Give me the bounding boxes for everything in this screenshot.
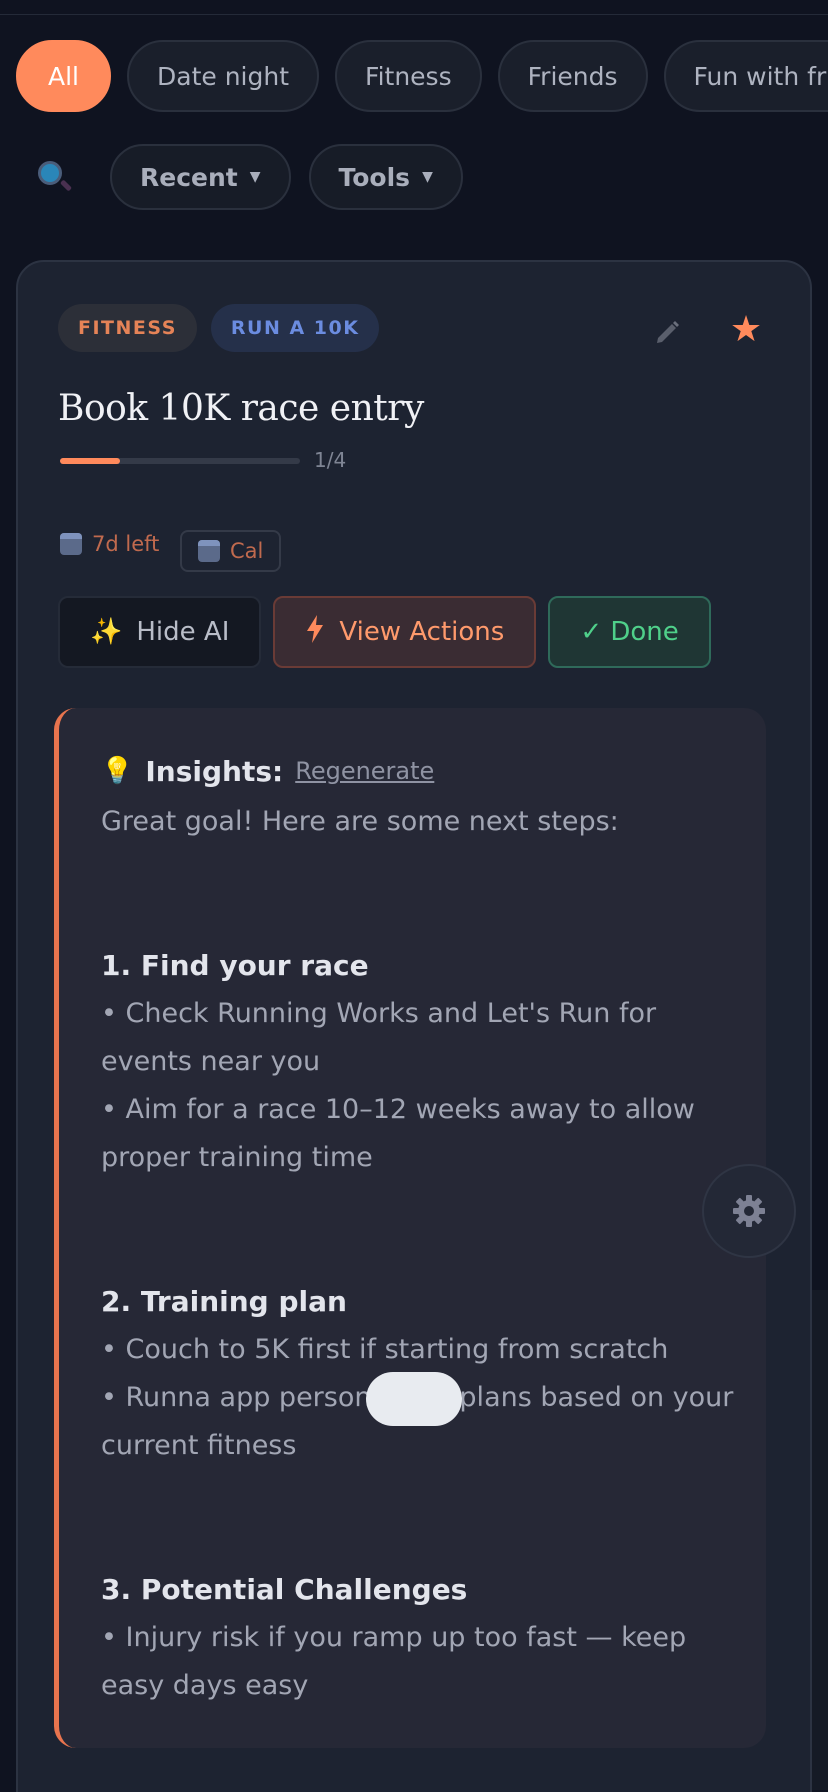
- goal-card: FITNESS RUN A 10K ★ Book 10K race entry …: [16, 260, 812, 1792]
- calendar-icon: [198, 540, 220, 562]
- filter-chips: All Date night Fitness Friends Fun with …: [16, 40, 828, 112]
- lightning-icon: [305, 614, 325, 650]
- section-heading: 3. Potential Challenges: [101, 1573, 468, 1606]
- view-actions-label: View Actions: [339, 617, 505, 647]
- recent-label: Recent: [140, 162, 238, 192]
- section-bullet: • Aim for a race 10–12 weeks away to all…: [101, 1094, 695, 1173]
- hide-ai-label: Hide AI: [136, 617, 230, 647]
- search-icon[interactable]: [34, 157, 74, 197]
- done-label: ✓ Done: [580, 617, 679, 647]
- insights-panel: 💡 Insights: Regenerate Great goal! Here …: [54, 708, 766, 1748]
- section-bullet: • Injury risk if you ramp up too fast — …: [101, 1622, 687, 1701]
- recent-dropdown[interactable]: Recent ▼: [110, 144, 291, 210]
- calendar-button[interactable]: Cal: [180, 530, 282, 572]
- lightbulb-icon: 💡: [101, 756, 134, 786]
- category-tag[interactable]: FITNESS: [58, 304, 197, 352]
- insights-intro: Great goal! Here are some next steps:: [101, 806, 619, 837]
- insights-body: Great goal! Here are some next steps: 1.…: [101, 798, 741, 1710]
- caret-down-icon: ▼: [249, 169, 261, 185]
- card-title: Book 10K race entry: [58, 388, 424, 429]
- caret-down-icon: ▼: [422, 169, 433, 185]
- progress-fill: [60, 458, 120, 464]
- star-icon[interactable]: ★: [726, 310, 766, 350]
- chip-date-night[interactable]: Date night: [127, 40, 320, 112]
- due-text: 7d left: [92, 532, 160, 556]
- calendar-icon: [60, 533, 82, 555]
- regenerate-link[interactable]: Regenerate: [295, 757, 434, 785]
- view-actions-button[interactable]: View Actions: [273, 596, 537, 668]
- chip-fitness[interactable]: Fitness: [335, 40, 482, 112]
- toolbar: Recent ▼ Tools ▼: [34, 144, 463, 210]
- insights-header: 💡 Insights: Regenerate: [101, 748, 766, 794]
- card-tags: FITNESS RUN A 10K: [58, 304, 380, 352]
- settings-button[interactable]: [702, 1164, 796, 1258]
- card-actions: ✨ Hide AI View Actions ✓ Done: [58, 596, 711, 668]
- top-divider: [0, 14, 828, 15]
- sparkle-icon: ✨: [90, 617, 123, 647]
- insights-label: Insights:: [145, 754, 284, 788]
- hide-ai-button[interactable]: ✨ Hide AI: [58, 596, 262, 668]
- chip-all[interactable]: All: [16, 40, 111, 112]
- calendar-label: Cal: [230, 539, 264, 563]
- due-indicator: 7d left: [60, 532, 159, 556]
- gear-icon: [733, 1195, 765, 1227]
- section-heading: 2. Training plan: [101, 1285, 347, 1318]
- scrollbar-track[interactable]: [812, 1290, 828, 1790]
- section-bullet: • Couch to 5K first if starting from scr…: [101, 1334, 669, 1365]
- chip-fun-with-friends[interactable]: Fun with friends: [663, 40, 828, 112]
- pencil-icon[interactable]: [652, 316, 682, 346]
- section-bullet: • Check Running Works and Let's Run for …: [101, 998, 657, 1077]
- floating-handle[interactable]: [366, 1372, 462, 1426]
- tools-dropdown[interactable]: Tools ▼: [308, 144, 463, 210]
- done-button[interactable]: ✓ Done: [548, 596, 711, 668]
- section-heading: 1. Find your race: [101, 949, 369, 982]
- goal-tag[interactable]: RUN A 10K: [210, 304, 380, 352]
- progress-bar: [60, 458, 300, 464]
- tools-label: Tools: [338, 162, 411, 192]
- progress-text: 1/4: [314, 448, 347, 472]
- chip-friends[interactable]: Friends: [497, 40, 648, 112]
